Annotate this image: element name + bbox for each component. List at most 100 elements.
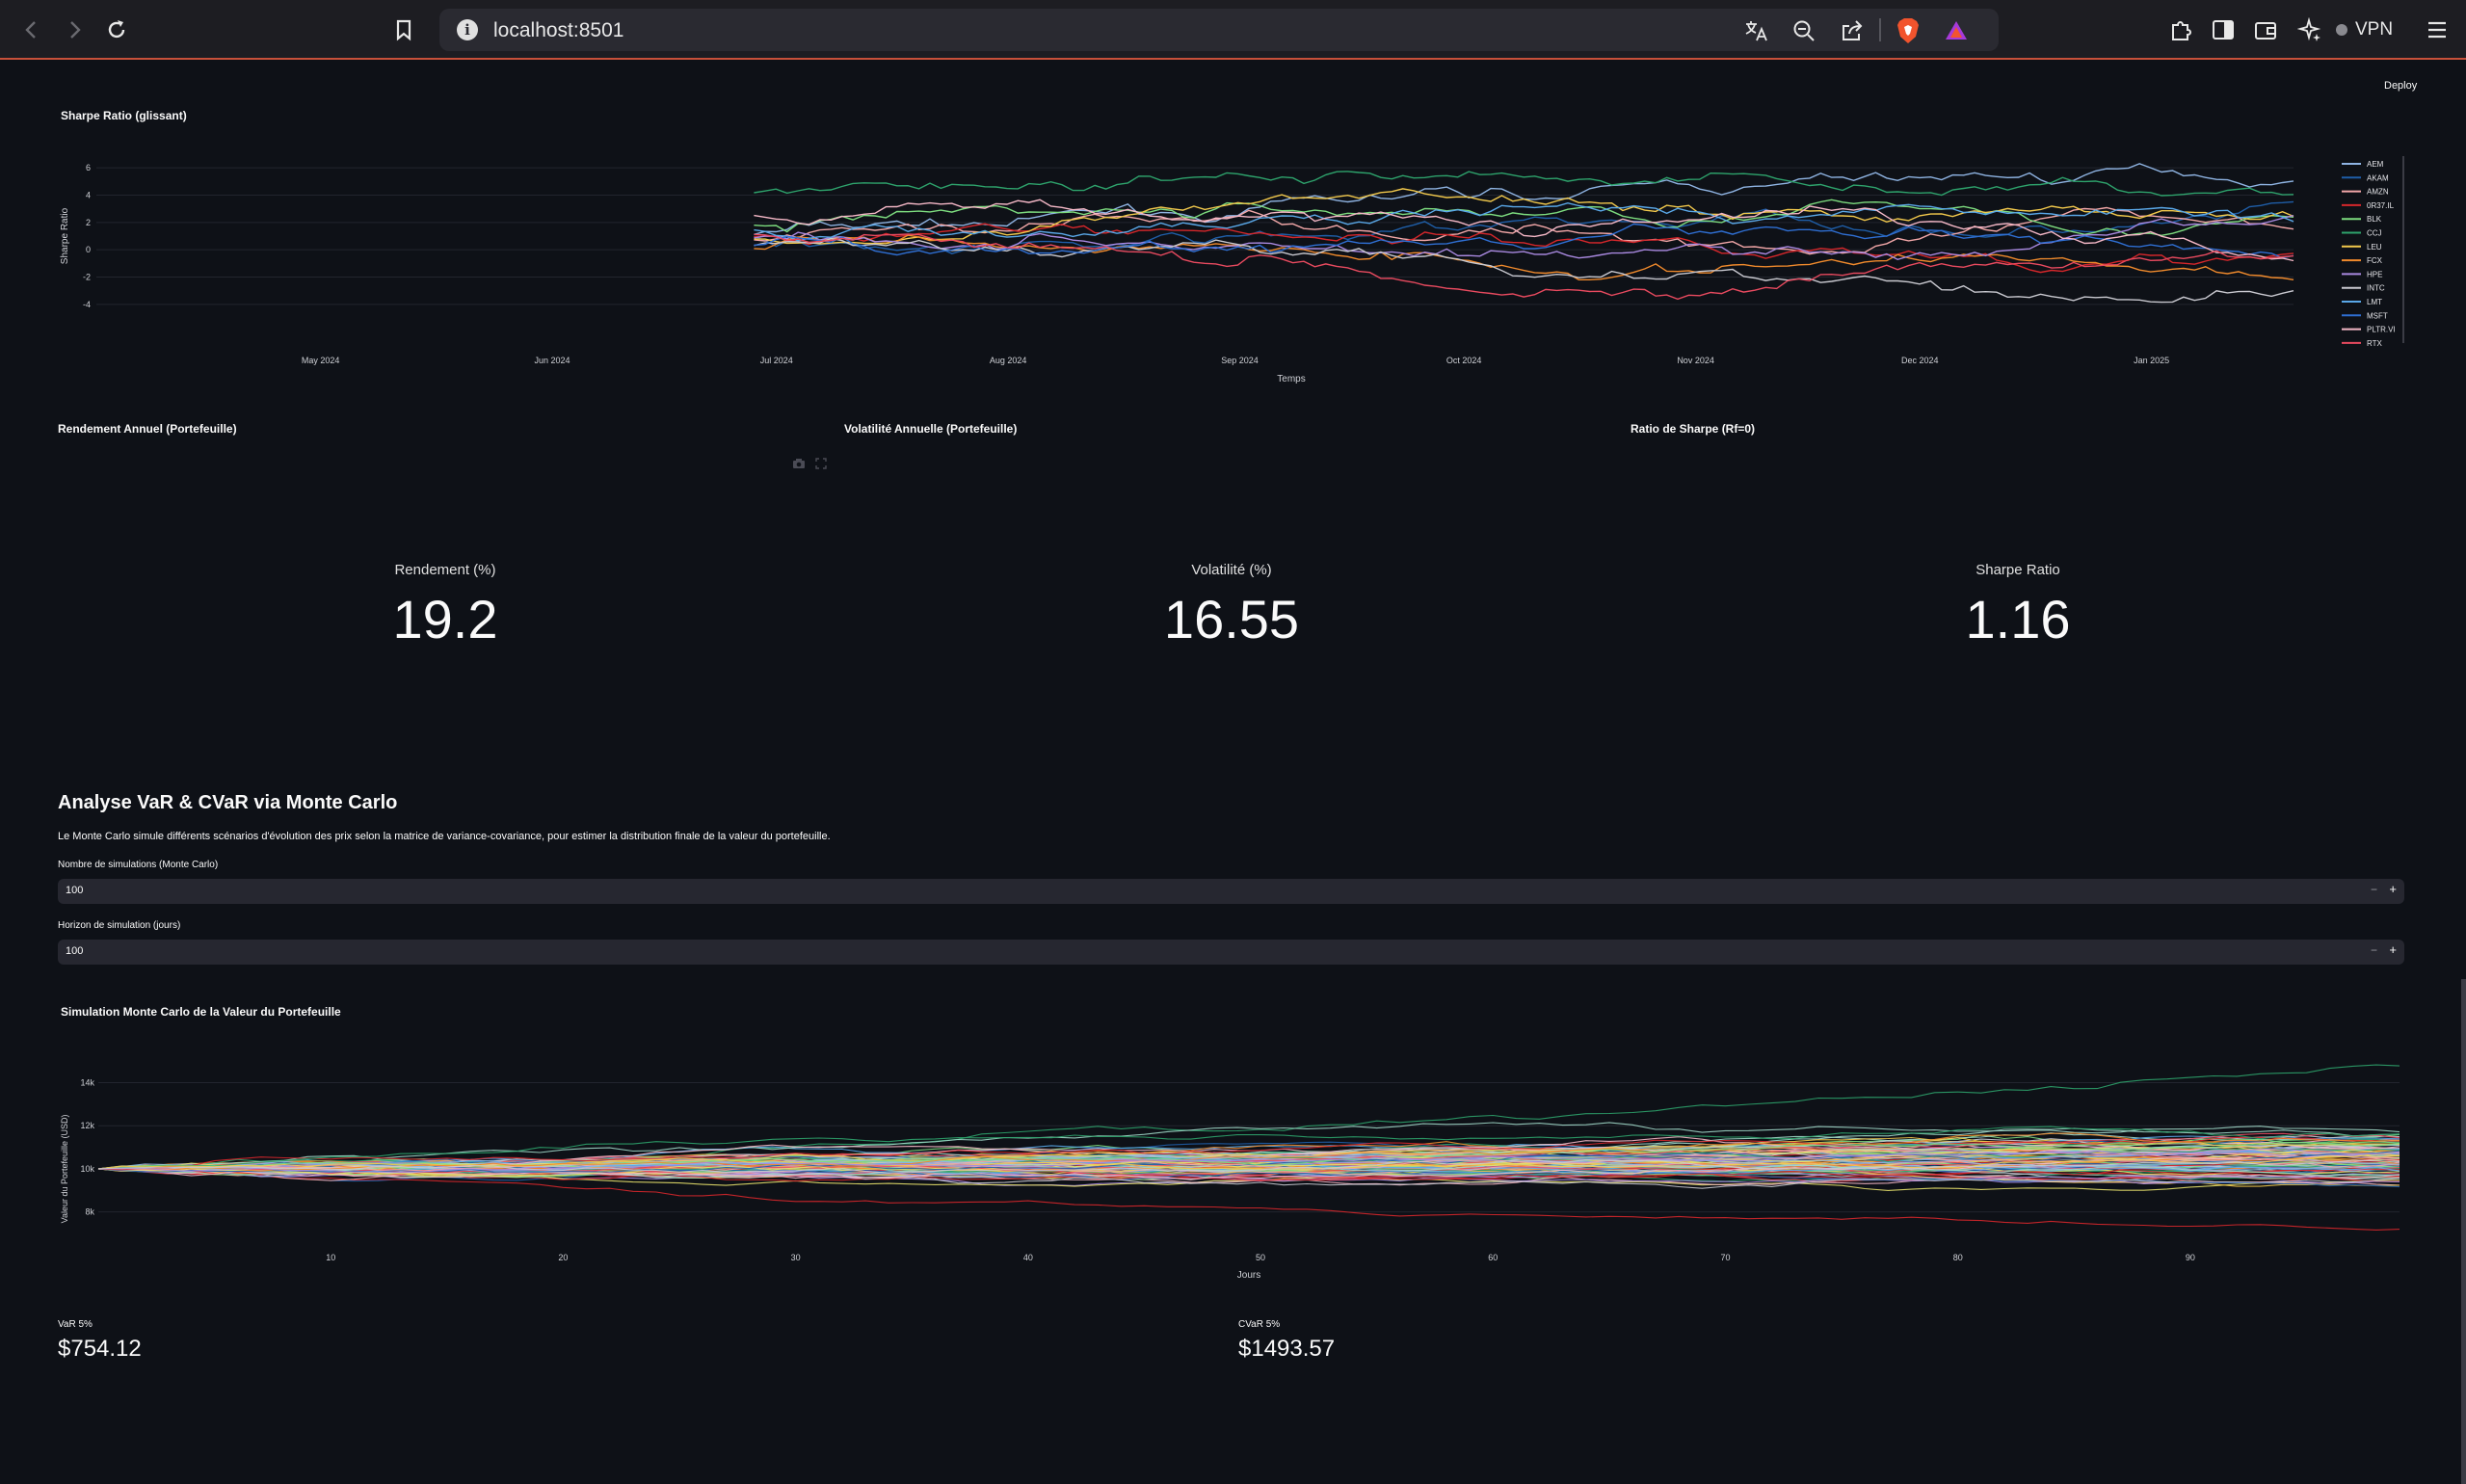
cvar-value: $1493.57 [1238,1336,1336,1362]
camera-icon[interactable] [792,457,806,474]
leo-ai-icon[interactable] [2295,15,2324,44]
mc-y-tick: 10k [80,1164,94,1174]
sharpe-x-tick: Aug 2024 [990,356,1027,365]
vpn-label: VPN [2355,19,2394,40]
wallet-icon[interactable] [2251,15,2280,44]
sharpe-legend-item: AMZN [2367,188,2389,197]
forward-icon[interactable] [58,13,91,46]
simulations-label: Nombre de simulations (Monte Carlo) [58,860,219,870]
simulations-value[interactable]: 100 [66,885,83,896]
sharpe-legend-item: CCJ [2367,229,2382,238]
sharpe-section-title: Ratio de Sharpe (Rf=0) [1631,422,1756,436]
cvar-label: CVaR 5% [1238,1319,1281,1330]
sharpe-legend-item: AKAM [2367,173,2389,182]
toolbar-divider [1879,18,1881,41]
reload-icon[interactable] [100,13,133,46]
sidebar-icon[interactable] [2209,15,2238,44]
sharpe-y-axis-label: Sharpe Ratio [60,207,70,264]
sharpe-x-tick: Oct 2024 [1446,356,1482,365]
sharpe-series-fcx [754,234,2294,280]
mc-x-tick: 20 [558,1253,568,1262]
brave-rewards-icon[interactable] [1943,17,1970,44]
volatility-section-title: Volatilité Annuelle (Portefeuille) [844,422,1018,436]
vpn-button[interactable]: VPN [2336,17,2393,42]
sharpe-x-tick: Jul 2024 [760,356,793,365]
mc-y-axis-label: Valeur du Portefeuille (USD) [60,1114,69,1223]
address-bar[interactable]: i localhost:8501 [439,9,1999,51]
sharpe-y-tick: 0 [86,245,91,254]
extensions-icon[interactable] [2166,15,2195,44]
sharpe-x-axis-label: Temps [1277,374,1305,384]
vpn-status-icon [2336,24,2347,36]
sharpe-x-tick: May 2024 [302,356,340,365]
sharpe-x-tick: Jan 2025 [2134,356,2169,365]
share-icon[interactable] [1839,17,1866,44]
menu-icon[interactable] [2423,15,2452,44]
sharpe-legend-item: INTC [2367,284,2385,293]
deploy-button[interactable]: Deploy [2384,80,2417,92]
translate-icon[interactable] [1742,17,1769,44]
sharpe-legend-item: BLK [2367,215,2382,224]
return-section-title: Rendement Annuel (Portefeuille) [58,422,237,436]
mc-x-tick: 90 [2186,1253,2195,1262]
volatility-metric-value: 16.55 [1163,589,1300,649]
sharpe-y-tick: 2 [86,218,91,227]
sharpe-x-tick: Sep 2024 [1221,356,1259,365]
mc-x-axis-label: Jours [1237,1270,1260,1281]
sharpe-legend-item: 0R37.IL [2367,201,2395,210]
mc-x-tick: 80 [1953,1253,1963,1262]
sharpe-legend-item: LEU [2367,243,2382,252]
sharpe-legend-item: RTX [2367,339,2383,348]
brave-shields-icon[interactable] [1895,17,1922,44]
mc-x-tick: 70 [1720,1253,1730,1262]
site-info-icon[interactable]: i [457,19,478,40]
sharpe-x-tick: Jun 2024 [535,356,570,365]
horizon-value[interactable]: 100 [66,945,83,957]
sharpe-chart-title: Sharpe Ratio (glissant) [61,109,187,122]
sharpe-legend-item: MSFT [2367,311,2388,320]
bookmark-icon[interactable] [387,13,420,46]
mc-x-tick: 40 [1023,1253,1033,1262]
montecarlo-description: Le Monte Carlo simule différents scénari… [58,831,831,842]
fullscreen-icon[interactable] [815,457,827,474]
montecarlo-chart-title: Simulation Monte Carlo de la Valeur du P… [61,1005,341,1019]
sharpe-legend-item: FCX [2367,256,2383,265]
simulations-decrement-button[interactable]: − [2371,883,2377,896]
zoom-out-icon[interactable] [1790,17,1817,44]
sharpe-y-tick: -2 [83,273,91,282]
sharpe-legend-item: PLTR.VI [2367,326,2396,334]
sharpe-series-ccj [754,171,2294,197]
montecarlo-chart[interactable]: 14k 12k 10k 8k 10 20 30 40 50 60 70 80 90 Jours Valeur… [0,1041,2466,1291]
var-value: $754.12 [58,1336,142,1362]
volatility-metric-label: Volatilité (%) [1191,562,1272,578]
sharpe-y-tick: -4 [83,300,91,309]
return-metric-value: 19.2 [392,589,498,649]
sharpe-x-tick: Dec 2024 [1901,356,1939,365]
mc-y-tick: 8k [85,1207,94,1217]
return-metric-label: Rendement (%) [394,562,496,578]
sharpe-legend-item: HPE [2367,270,2382,278]
horizon-decrement-button[interactable]: − [2371,943,2377,957]
back-icon[interactable] [15,13,48,46]
horizon-input[interactable]: 100 − + [58,940,2404,965]
sharpe-ratio-chart[interactable]: 6 4 2 0 -2 -4 May 2024 Jun 2024 Jul 2024 Aug 2024… [0,145,2466,395]
simulations-input[interactable]: 100 − + [58,879,2404,904]
sharpe-legend-item: LMT [2367,298,2382,306]
browser-toolbar: i localhost:8501 VPN [0,0,2466,60]
mc-x-tick: 10 [326,1253,335,1262]
horizon-label: Horizon de simulation (jours) [58,920,181,931]
mc-y-tick: 14k [80,1078,94,1088]
url-text[interactable]: localhost:8501 [493,19,623,42]
sharpe-x-tick: Nov 2024 [1677,356,1714,365]
sharpe-metric-value: 1.16 [1965,589,2071,649]
montecarlo-heading: Analyse VaR & CVaR via Monte Carlo [58,792,398,813]
sharpe-y-tick: 4 [86,191,91,200]
mc-y-tick: 12k [80,1121,94,1130]
var-label: VaR 5% [58,1319,93,1330]
simulations-increment-button[interactable]: + [2389,882,2397,896]
mc-x-tick: 30 [791,1253,801,1262]
page-scrollbar[interactable] [2461,979,2466,1484]
sharpe-y-tick: 6 [86,163,91,172]
horizon-increment-button[interactable]: + [2389,942,2397,957]
sharpe-legend-item: AEM [2367,160,2384,169]
